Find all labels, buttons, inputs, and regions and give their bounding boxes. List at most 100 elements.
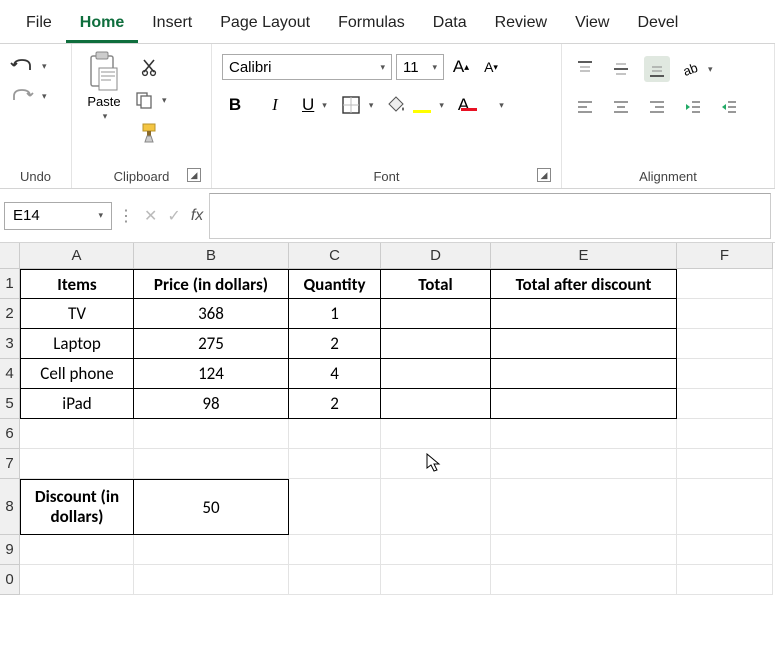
row-header-1[interactable]: 1 [0, 269, 20, 299]
cell-d3[interactable] [381, 329, 491, 359]
copy-button[interactable]: ▾ [134, 90, 167, 110]
increase-indent-button[interactable] [716, 94, 742, 120]
col-header-c[interactable]: C [289, 243, 381, 269]
tab-page-layout[interactable]: Page Layout [206, 8, 324, 43]
paste-button[interactable]: Paste ▾ [82, 50, 126, 122]
cell-f10[interactable] [677, 565, 773, 595]
cell-e9[interactable] [491, 535, 677, 565]
cell-a4[interactable]: Cell phone [20, 359, 134, 389]
cell-f6[interactable] [677, 419, 773, 449]
row-header-5[interactable]: 5 [0, 389, 20, 419]
cell-e8[interactable] [491, 479, 677, 535]
cell-e10[interactable] [491, 565, 677, 595]
fill-color-button[interactable]: ▾ [387, 95, 444, 115]
bold-button[interactable]: B [222, 92, 248, 118]
cell-b10[interactable] [134, 565, 289, 595]
cell-d2[interactable] [381, 299, 491, 329]
cell-a6[interactable] [20, 419, 134, 449]
formula-bar[interactable] [209, 193, 771, 239]
underline-button[interactable]: U▾ [302, 95, 327, 115]
undo-button[interactable]: ▾ [10, 56, 47, 76]
cell-a8[interactable]: Discount (in dollars) [20, 479, 134, 535]
clipboard-launcher[interactable]: ◢ [187, 168, 201, 182]
cell-b4[interactable]: 124 [134, 359, 289, 389]
format-painter-button[interactable] [137, 120, 163, 146]
row-header-8[interactable]: 8 [0, 479, 20, 535]
cell-e4[interactable] [491, 359, 677, 389]
orientation-button[interactable]: ab▾ [680, 59, 713, 79]
align-middle-button[interactable] [608, 56, 634, 82]
row-header-2[interactable]: 2 [0, 299, 20, 329]
cell-c3[interactable]: 2 [289, 329, 381, 359]
select-all-corner[interactable] [0, 243, 20, 269]
increase-font-button[interactable]: A▴ [448, 54, 474, 80]
cell-d1[interactable]: Total [381, 269, 491, 299]
tab-file[interactable]: File [12, 8, 66, 43]
cell-e1[interactable]: Total after discount [491, 269, 677, 299]
align-bottom-button[interactable] [644, 56, 670, 82]
italic-button[interactable]: I [262, 92, 288, 118]
tab-developer[interactable]: Devel [623, 8, 692, 43]
tab-insert[interactable]: Insert [138, 8, 206, 43]
font-name-select[interactable]: Calibri▾ [222, 54, 392, 80]
align-top-button[interactable] [572, 56, 598, 82]
col-header-a[interactable]: A [20, 243, 134, 269]
cell-b7[interactable] [134, 449, 289, 479]
cell-d4[interactable] [381, 359, 491, 389]
cell-a5[interactable]: iPad [20, 389, 134, 419]
decrease-indent-button[interactable] [680, 94, 706, 120]
cell-c9[interactable] [289, 535, 381, 565]
cell-a1[interactable]: Items [20, 269, 134, 299]
cell-e3[interactable] [491, 329, 677, 359]
cell-d9[interactable] [381, 535, 491, 565]
name-box[interactable]: E14▾ [4, 202, 112, 230]
cell-c4[interactable]: 4 [289, 359, 381, 389]
row-header-4[interactable]: 4 [0, 359, 20, 389]
col-header-b[interactable]: B [134, 243, 289, 269]
enter-formula-button[interactable]: ✓ [167, 206, 180, 226]
cell-f4[interactable] [677, 359, 773, 389]
cell-d7[interactable] [381, 449, 491, 479]
cell-e5[interactable] [491, 389, 677, 419]
cell-f7[interactable] [677, 449, 773, 479]
col-header-d[interactable]: D [381, 243, 491, 269]
col-header-e[interactable]: E [491, 243, 677, 269]
col-header-f[interactable]: F [677, 243, 773, 269]
cut-button[interactable] [137, 54, 163, 80]
cell-d8[interactable] [381, 479, 491, 535]
font-launcher[interactable]: ◢ [537, 168, 551, 182]
row-header-9[interactable]: 9 [0, 535, 20, 565]
align-right-button[interactable] [644, 94, 670, 120]
redo-button[interactable]: ▾ [10, 86, 47, 106]
row-header-3[interactable]: 3 [0, 329, 20, 359]
tab-data[interactable]: Data [419, 8, 481, 43]
cancel-formula-button[interactable]: ✕ [144, 206, 157, 226]
fx-button[interactable]: fx [191, 207, 203, 225]
cell-c6[interactable] [289, 419, 381, 449]
spreadsheet-grid[interactable]: A B C D E F 1 Items Price (in dollars) Q… [0, 243, 775, 595]
cell-d6[interactable] [381, 419, 491, 449]
row-header-10[interactable]: 0 [0, 565, 20, 595]
cell-f9[interactable] [677, 535, 773, 565]
font-color-button[interactable]: A ▾ [458, 95, 504, 115]
cell-f8[interactable] [677, 479, 773, 535]
row-header-7[interactable]: 7 [0, 449, 20, 479]
cell-f3[interactable] [677, 329, 773, 359]
tab-home[interactable]: Home [66, 8, 138, 43]
cell-c8[interactable] [289, 479, 381, 535]
cell-b2[interactable]: 368 [134, 299, 289, 329]
cell-e6[interactable] [491, 419, 677, 449]
row-header-6[interactable]: 6 [0, 419, 20, 449]
cell-b3[interactable]: 275 [134, 329, 289, 359]
cell-b9[interactable] [134, 535, 289, 565]
cell-c10[interactable] [289, 565, 381, 595]
decrease-font-button[interactable]: A▾ [478, 54, 504, 80]
cell-e7[interactable] [491, 449, 677, 479]
cell-b5[interactable]: 98 [134, 389, 289, 419]
align-center-button[interactable] [608, 94, 634, 120]
cell-d10[interactable] [381, 565, 491, 595]
cell-f1[interactable] [677, 269, 773, 299]
cell-e2[interactable] [491, 299, 677, 329]
tab-view[interactable]: View [561, 8, 623, 43]
cell-d5[interactable] [381, 389, 491, 419]
